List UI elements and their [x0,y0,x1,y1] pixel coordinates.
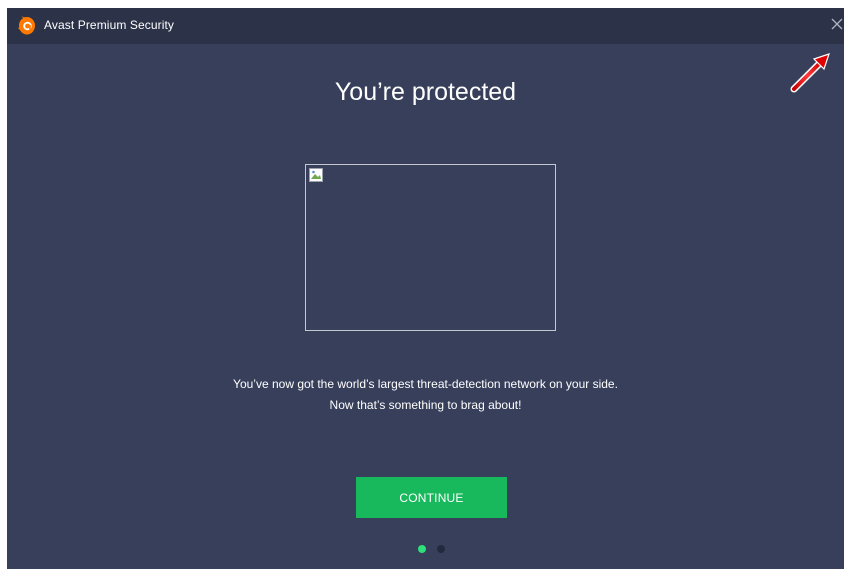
illustration-placeholder [305,164,556,331]
broken-image-icon [309,168,323,182]
pagination-dot-2[interactable] [437,545,445,553]
pagination-dots [416,545,448,555]
continue-button[interactable]: CONTINUE [356,477,507,518]
title-bar: Avast Premium Security [7,8,844,44]
app-window: Avast Premium Security You’re protected … [7,8,844,569]
description: You’ve now got the world’s largest threa… [7,374,844,416]
description-line-1: You’ve now got the world’s largest threa… [233,377,618,391]
close-icon[interactable] [828,14,844,34]
avast-logo-icon [18,16,35,35]
page-title: You’re protected [334,78,517,106]
window-title: Avast Premium Security [44,18,175,32]
pagination-dot-1-active[interactable] [418,545,426,553]
description-line-2: Now that’s something to brag about! [329,398,522,412]
